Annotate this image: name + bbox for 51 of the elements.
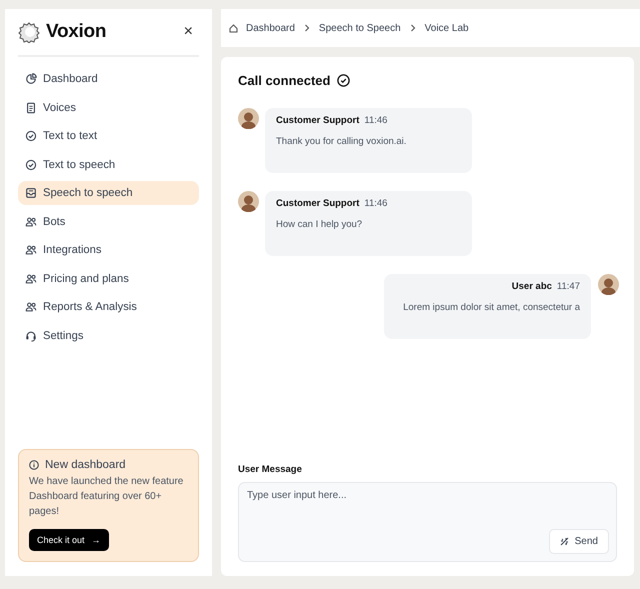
nav-item[interactable]: Bots	[18, 210, 199, 234]
check-circle-icon	[25, 158, 37, 170]
message-input[interactable]: Type user input here... Send	[238, 482, 617, 562]
message-time: 11:47	[556, 281, 580, 292]
users-icon	[25, 301, 37, 313]
check-circle-icon	[337, 74, 350, 87]
chevron-icon	[302, 24, 311, 32]
users-icon	[25, 244, 37, 256]
promo-text: We have launched the new feature Dashboard featuring over 60+ pages!	[29, 475, 184, 519]
logo-icon	[18, 21, 40, 43]
nav-item[interactable]: Dashboard	[18, 67, 199, 91]
breadcrumb-link[interactable]: Speech to Speech	[318, 22, 401, 34]
nav-item[interactable]: Text to text	[18, 124, 199, 148]
close-button[interactable]: ×	[178, 23, 199, 41]
message-time: 11:46	[364, 115, 388, 126]
nav-item[interactable]: Settings	[18, 324, 199, 348]
inbox-icon	[25, 187, 37, 199]
message-time: 11:46	[364, 198, 388, 209]
chevron-icon	[408, 24, 417, 32]
message-text: Lorem ipsum dolor sit amet, consectetur a	[402, 302, 580, 313]
message-text: Thank you for calling voxion.ai.	[276, 136, 408, 147]
home-icon	[229, 24, 238, 32]
chat-title: Call connected	[238, 73, 330, 88]
check-circle-icon	[25, 130, 37, 142]
sender-name: User abc	[512, 281, 552, 292]
promo-title: New dashboard	[45, 459, 126, 471]
brand-name: Voxion	[46, 21, 106, 43]
nav-item[interactable]: Pricing and plans	[18, 266, 199, 290]
avatar	[598, 274, 619, 295]
sender-name: Customer Support	[276, 198, 360, 209]
avatar	[238, 108, 259, 129]
pie-chart-icon	[25, 73, 37, 85]
send-button[interactable]: Send	[548, 529, 609, 554]
document-icon	[25, 102, 37, 114]
sparkle-icon	[560, 537, 569, 546]
headset-icon	[25, 330, 37, 342]
nav-item[interactable]: Integrations	[18, 238, 199, 262]
message-text: How can I help you?	[276, 219, 364, 230]
nav-item[interactable]: Voices	[18, 96, 199, 120]
users-icon	[25, 272, 37, 284]
nav-item[interactable]: Speech to speech	[18, 181, 199, 205]
check-it-out-button[interactable]: Check it out →	[29, 529, 109, 551]
nav-item[interactable]: Text to speech	[18, 152, 199, 176]
input-label: User Message	[238, 464, 303, 475]
nav-item[interactable]: Reports & Analysis	[18, 295, 199, 319]
breadcrumb-link[interactable]: Voice Lab	[424, 22, 469, 34]
info-icon	[29, 460, 39, 470]
breadcrumb-link[interactable]: Dashboard	[246, 22, 295, 34]
users-icon	[25, 216, 37, 228]
avatar	[238, 191, 259, 212]
sender-name: Customer Support	[276, 115, 360, 126]
